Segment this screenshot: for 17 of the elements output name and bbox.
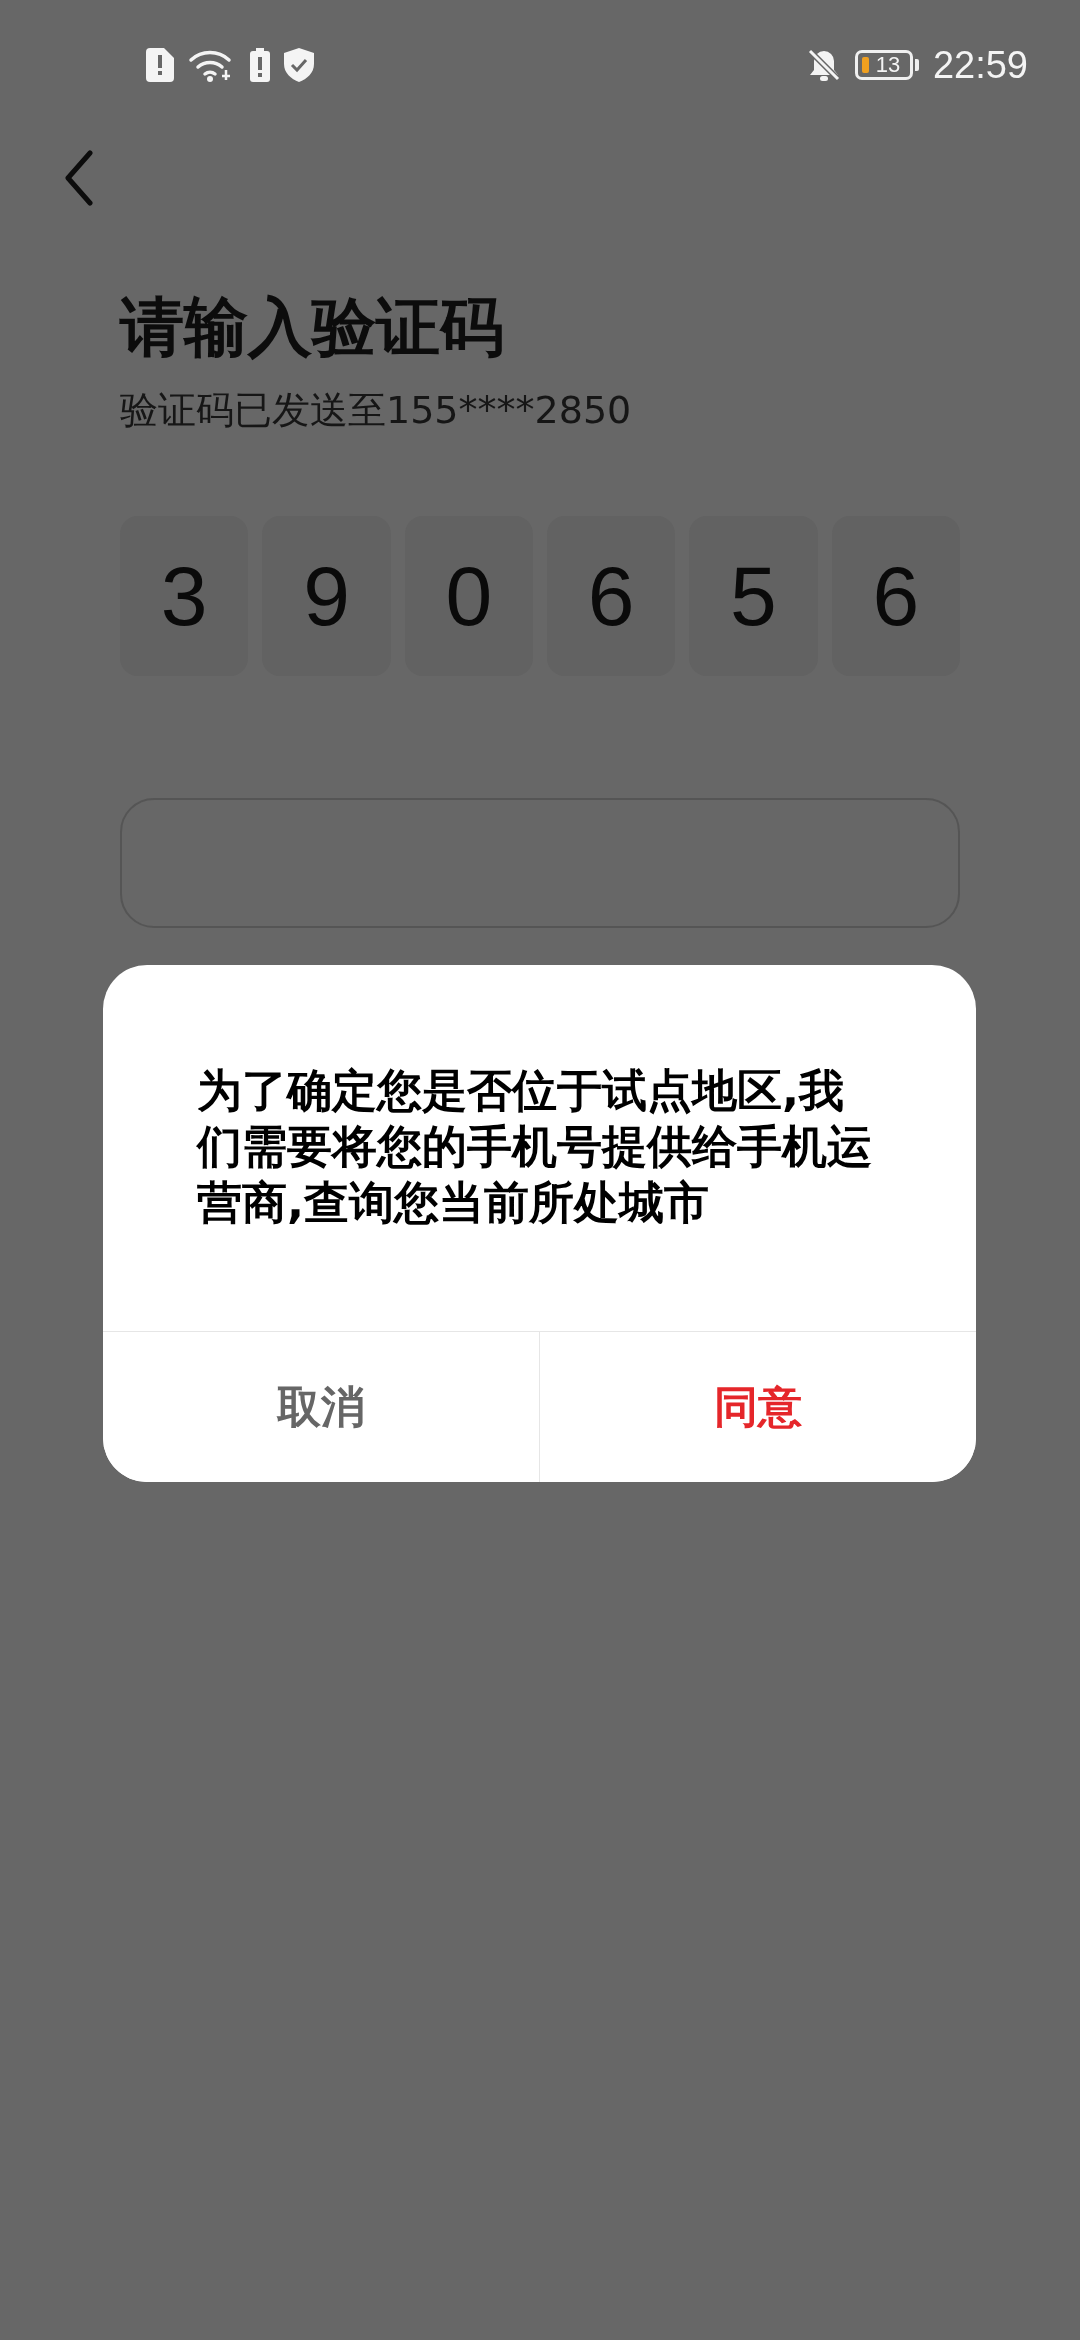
code-digit-field[interactable]: 0 xyxy=(404,516,533,676)
bell-off-icon xyxy=(806,48,841,82)
battery-alert-icon xyxy=(250,48,270,82)
agree-button[interactable]: 同意 xyxy=(539,1332,976,1482)
code-digit-field[interactable]: 6 xyxy=(831,516,960,676)
page-title: 请输入验证码 xyxy=(120,289,505,366)
sim-alert-icon xyxy=(146,48,174,82)
sent-to-text: 验证码已发送至155****2850 xyxy=(120,387,633,434)
code-digit-field[interactable]: 9 xyxy=(262,516,391,676)
clock-time: 22:59 xyxy=(932,43,1028,87)
back-icon[interactable] xyxy=(64,150,94,206)
code-digit-field[interactable]: 6 xyxy=(547,516,676,676)
code-digit-field[interactable]: 5 xyxy=(689,516,818,676)
dialog-message: 为了确定您是否位于试点地区,我们需要将您的手机号提供给手机运营商,查询您当前所处城市 xyxy=(195,1063,873,1231)
shield-check-icon xyxy=(284,48,314,82)
battery-indicator: 13 xyxy=(854,50,913,80)
code-digit-field[interactable]: 3 xyxy=(120,516,249,676)
